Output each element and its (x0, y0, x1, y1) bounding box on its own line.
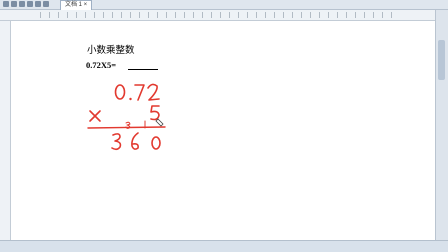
product-digit-3 (111, 133, 122, 151)
scroll-thumb[interactable] (438, 40, 445, 80)
pen-cursor-icon (155, 118, 164, 127)
status-bar (0, 240, 448, 252)
digit-2 (147, 83, 160, 101)
decimal-point (129, 97, 132, 101)
vertical-scrollbar[interactable] (435, 10, 448, 241)
handwriting-layer (87, 83, 166, 151)
product-digit-6 (131, 132, 139, 150)
digit-7 (134, 84, 145, 101)
digit-5 (150, 105, 160, 121)
digit-0 (114, 84, 126, 100)
multiply-sign (89, 110, 101, 122)
product-digit-0 (151, 136, 161, 150)
